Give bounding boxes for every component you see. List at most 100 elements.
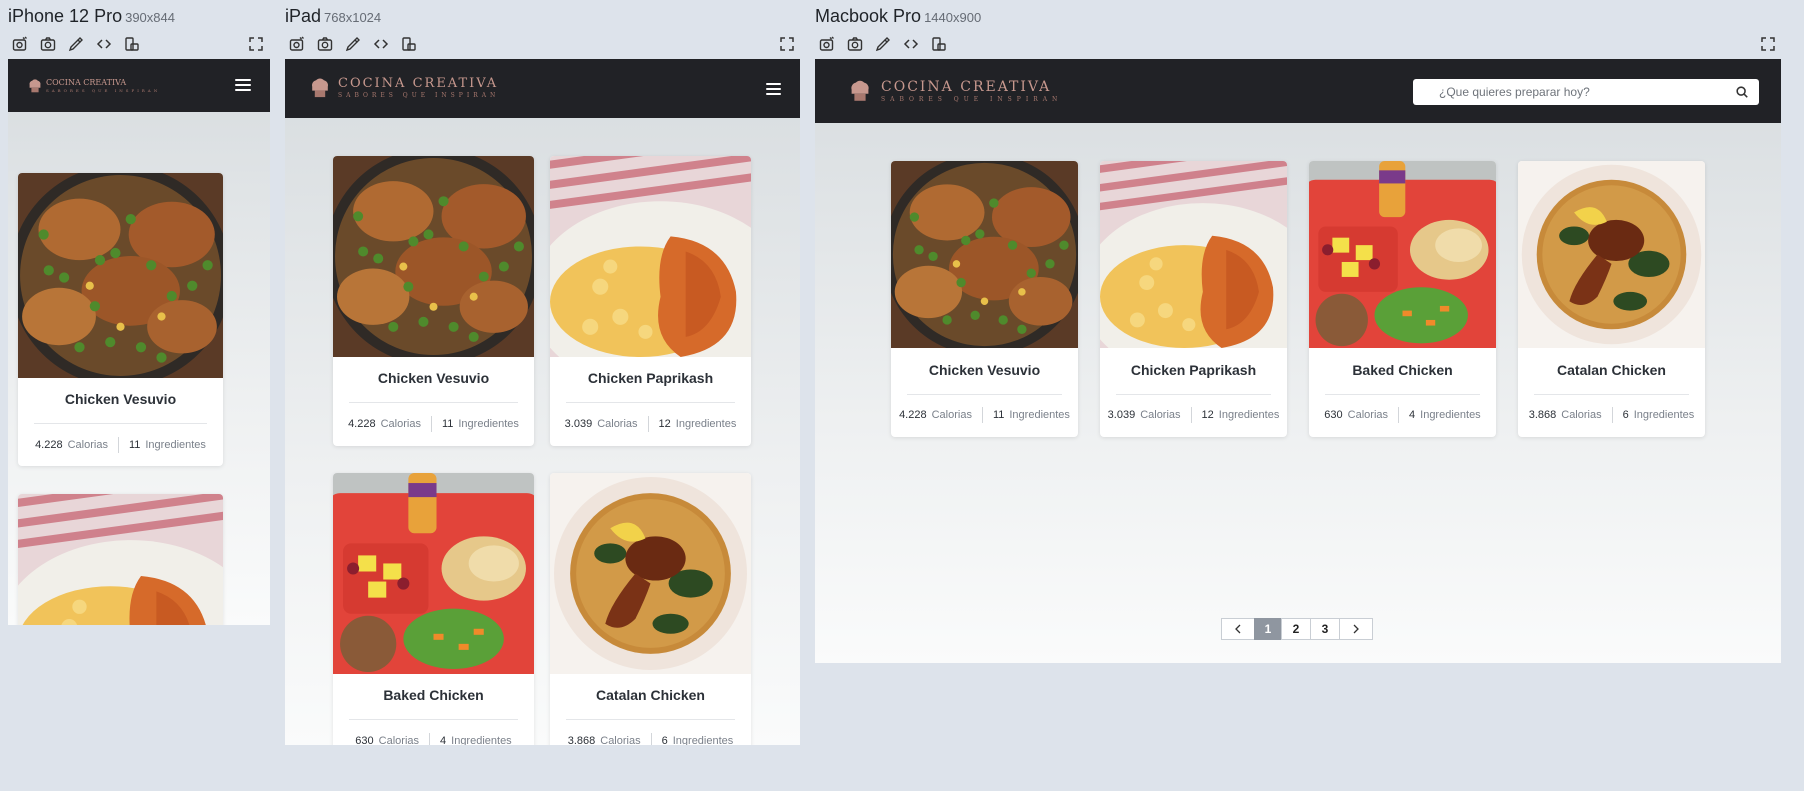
site-logo[interactable]: COCINA CREATIVA SABORES QUE INSPIRAN (26, 77, 160, 95)
fullscreen-icon[interactable] (246, 34, 266, 54)
eyedropper-icon[interactable] (873, 34, 893, 54)
ingredients-value: 6 (1622, 409, 1629, 421)
chicken-vesuvio-photo (333, 156, 534, 357)
catalan-chicken-photo (550, 473, 751, 674)
site-logo[interactable]: COCINA CREATIVA SABORES QUE INSPIRAN (841, 77, 1062, 105)
calories-value: 3.868 (567, 735, 596, 745)
card-divider (349, 402, 518, 403)
page-1-button[interactable]: 1 (1254, 618, 1282, 640)
fullscreen-icon[interactable] (1758, 34, 1778, 54)
prev-page-button[interactable] (1221, 618, 1255, 640)
recipe-card[interactable]: Chicken Vesuvio 4.228 Calorias 11 Ingredie… (333, 156, 534, 446)
ingredients-value: 6 (661, 735, 668, 745)
page-2-button[interactable]: 2 (1281, 618, 1311, 640)
recipe-card[interactable]: Baked Chicken 630 Calorias 4 Ingredientes (333, 473, 534, 745)
chicken-vesuvio-photo (891, 161, 1078, 348)
recipe-name: Baked Chicken (1352, 362, 1453, 378)
ingredients-value: 11 (441, 418, 454, 430)
baked-chicken-photo (1309, 161, 1496, 348)
recipe-meta: 630 Calorias 4 Ingredientes (1309, 407, 1496, 423)
device-name: Macbook Pro (815, 6, 922, 26)
recipe-card[interactable]: Chicken Vesuvio 4.228 Calorias 11 Ingredie… (18, 173, 223, 466)
search-input[interactable] (1413, 79, 1759, 105)
device-toolbar (8, 34, 270, 54)
recipe-name: Chicken Paprikash (1130, 362, 1257, 378)
rotate-device-icon[interactable] (929, 34, 949, 54)
recipe-meta: 4.228 Calorias 11 Ingredientes (18, 437, 223, 453)
screenshot-icon[interactable] (845, 34, 865, 54)
chef-hat-logo-icon (851, 80, 869, 101)
next-page-button[interactable] (1339, 618, 1373, 640)
device-toolbar (285, 34, 800, 54)
meta-separator (647, 416, 649, 432)
search-icon[interactable] (1735, 85, 1749, 99)
card-divider (566, 402, 735, 403)
site-logo[interactable]: COCINA CREATIVA SABORES QUE INSPIRAN (305, 75, 499, 101)
device-viewport: COCINA CREATIVA SABORES QUE INSPIRAN Chi… (285, 59, 800, 745)
ingredients-label: Ingredientes (1009, 409, 1070, 421)
recipe-meta: 4.228 Calorias 11 Ingredientes (333, 416, 534, 432)
code-icon[interactable] (94, 34, 114, 54)
ingredients-value: 12 (1201, 409, 1214, 421)
device-resolution: 1440x900 (924, 10, 982, 25)
ingredients-label: Ingredientes (1218, 409, 1280, 421)
camera-settings-icon[interactable] (287, 34, 307, 54)
ingredients-label: Ingredientes (145, 439, 206, 451)
chicken-paprikash-photo (550, 156, 751, 357)
code-icon[interactable] (901, 34, 921, 54)
ingredients-value: 4 (1409, 409, 1416, 421)
ingredients-label: Ingredientes (1420, 409, 1481, 421)
navbar: COCINA CREATIVA SABORES QUE INSPIRAN (815, 59, 1781, 123)
rotate-device-icon[interactable] (399, 34, 419, 54)
recipe-card[interactable]: Catalan Chicken 3.868 Calorias 6 Ingredien… (550, 473, 751, 745)
camera-settings-icon[interactable] (817, 34, 837, 54)
device-viewport: COCINA CREATIVA SABORES QUE INSPIRAN Chi… (815, 59, 1781, 663)
device-title: iPhone 12 Pro 390x844 (8, 6, 175, 27)
eyedropper-icon[interactable] (343, 34, 363, 54)
recipe-card[interactable]: Chicken Paprikash 3.039 Calorias 12 Ingred… (1100, 161, 1287, 437)
catalan-chicken-photo (1518, 161, 1705, 348)
calories-label: Calorias (597, 418, 638, 430)
meta-separator (1190, 407, 1192, 423)
camera-settings-icon[interactable] (10, 34, 30, 54)
ingredients-label: Ingredientes (1633, 409, 1695, 421)
recipe-name: Baked Chicken (383, 687, 484, 703)
ingredients-label: Ingredientes (451, 735, 512, 745)
recipe-card[interactable]: Catalan Chicken 3.868 Calorias 6 Ingredien… (1518, 161, 1705, 437)
ingredients-value: 4 (440, 735, 447, 745)
chef-hat-logo-icon (312, 78, 328, 98)
page-3-button[interactable]: 3 (1310, 618, 1340, 640)
chef-hat-logo-icon (29, 79, 41, 93)
recipe-card[interactable]: Baked Chicken 630 Calorias 4 Ingredientes (1309, 161, 1496, 437)
device-title: iPad 768x1024 (285, 6, 381, 27)
recipe-card[interactable]: Chicken Paprikash 3.039 Calorias 12 Ingred… (550, 156, 751, 446)
logo-tagline: SABORES QUE INSPIRAN (46, 88, 161, 93)
device-resolution: 768x1024 (324, 10, 382, 25)
recipe-meta: 3.039 Calorias 12 Ingredientes (1100, 407, 1287, 423)
pagination: 1 2 3 (1221, 618, 1373, 640)
chicken-paprikash-photo (18, 494, 223, 625)
meta-separator (650, 733, 652, 745)
chicken-paprikash-photo (1100, 161, 1287, 348)
device-name: iPad (285, 6, 322, 26)
eyedropper-icon[interactable] (66, 34, 86, 54)
screenshot-icon[interactable] (38, 34, 58, 54)
recipe-card[interactable] (18, 494, 223, 625)
menu-icon[interactable] (766, 83, 781, 95)
recipe-meta: 3.868 Calorias 6 Ingredientes (550, 733, 751, 745)
screenshot-icon[interactable] (315, 34, 335, 54)
calories-label: Calorias (380, 418, 421, 430)
calories-value: 3.868 (1528, 409, 1557, 421)
fullscreen-icon[interactable] (777, 34, 797, 54)
ingredients-label: Ingredientes (675, 418, 737, 430)
rotate-device-icon[interactable] (122, 34, 142, 54)
code-icon[interactable] (371, 34, 391, 54)
calories-value: 4.228 (899, 409, 927, 421)
logo-text: COCINA CREATIVA (881, 78, 1052, 95)
menu-icon[interactable] (235, 79, 251, 91)
meta-separator (1611, 407, 1613, 423)
meta-separator (981, 407, 983, 423)
logo-text: COCINA CREATIVA (338, 76, 499, 91)
recipe-card[interactable]: Chicken Vesuvio 4.228 Calorias 11 Ingredie… (891, 161, 1078, 437)
recipe-name: Chicken Vesuvio (928, 362, 1041, 378)
